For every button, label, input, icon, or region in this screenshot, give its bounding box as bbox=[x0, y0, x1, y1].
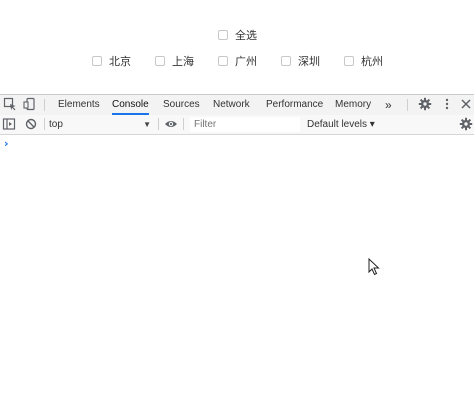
tab-performance[interactable]: Performance bbox=[266, 95, 323, 115]
devtools-panel: Elements Console Sources Network Perform… bbox=[0, 94, 474, 415]
tab-sources[interactable]: Sources bbox=[163, 95, 200, 115]
toolbar-divider bbox=[407, 99, 408, 111]
checkbox-box[interactable] bbox=[281, 55, 291, 66]
toolbar-divider bbox=[44, 118, 45, 130]
checkbox-box[interactable] bbox=[218, 29, 228, 40]
mouse-cursor-icon bbox=[368, 258, 380, 276]
checkbox-box[interactable] bbox=[344, 55, 354, 66]
checkbox-box[interactable] bbox=[155, 55, 165, 66]
console-prompt-icon[interactable]: › bbox=[4, 137, 9, 150]
inspect-element-icon[interactable] bbox=[3, 97, 17, 111]
more-tabs-icon[interactable]: » bbox=[385, 95, 392, 115]
device-toolbar-icon[interactable] bbox=[23, 97, 37, 111]
toolbar-divider bbox=[183, 118, 184, 130]
show-sidebar-icon[interactable] bbox=[2, 117, 16, 131]
clear-console-icon[interactable] bbox=[24, 117, 38, 131]
dropdown-arrow-icon: ▼ bbox=[143, 120, 151, 129]
city-label: 杭州 bbox=[361, 54, 383, 68]
tab-elements[interactable]: Elements bbox=[58, 95, 100, 115]
close-icon[interactable] bbox=[459, 97, 473, 111]
gear-icon[interactable] bbox=[418, 97, 432, 111]
city-checkbox-shenzhen[interactable]: 深圳 bbox=[281, 50, 320, 69]
toolbar-divider bbox=[44, 99, 45, 111]
city-checkbox-shanghai[interactable]: 上海 bbox=[155, 50, 194, 69]
eye-icon[interactable] bbox=[164, 117, 178, 131]
filter-input[interactable] bbox=[190, 117, 300, 132]
city-label: 广州 bbox=[235, 54, 257, 68]
city-label: 北京 bbox=[109, 54, 131, 68]
city-label: 深圳 bbox=[298, 54, 320, 68]
toolbar-divider bbox=[158, 118, 159, 130]
context-value: top bbox=[49, 119, 63, 130]
log-levels-dropdown[interactable]: Default levels ▾ bbox=[307, 117, 375, 132]
select-all-label: 全选 bbox=[235, 28, 257, 42]
tab-network[interactable]: Network bbox=[213, 95, 250, 115]
city-label: 上海 bbox=[172, 54, 194, 68]
console-settings-gear-icon[interactable] bbox=[459, 117, 473, 131]
devtools-tab-bar: Elements Console Sources Network Perform… bbox=[0, 94, 474, 116]
more-options-icon[interactable] bbox=[440, 97, 454, 111]
tab-console[interactable]: Console bbox=[112, 95, 149, 115]
page-content: 全选 北京 上海 广州 深圳 杭州 bbox=[0, 0, 474, 94]
context-selector[interactable]: top ▼ bbox=[49, 117, 155, 132]
tab-memory[interactable]: Memory bbox=[335, 95, 371, 115]
city-checkbox-hangzhou[interactable]: 杭州 bbox=[344, 50, 383, 69]
console-toolbar: top ▼ Default levels ▾ bbox=[0, 115, 474, 135]
city-checkbox-guangzhou[interactable]: 广州 bbox=[218, 50, 257, 69]
checkbox-box[interactable] bbox=[218, 55, 228, 66]
select-all-checkbox[interactable]: 全选 bbox=[218, 24, 257, 43]
checkbox-box[interactable] bbox=[92, 55, 102, 66]
city-checkbox-beijing[interactable]: 北京 bbox=[92, 50, 131, 69]
